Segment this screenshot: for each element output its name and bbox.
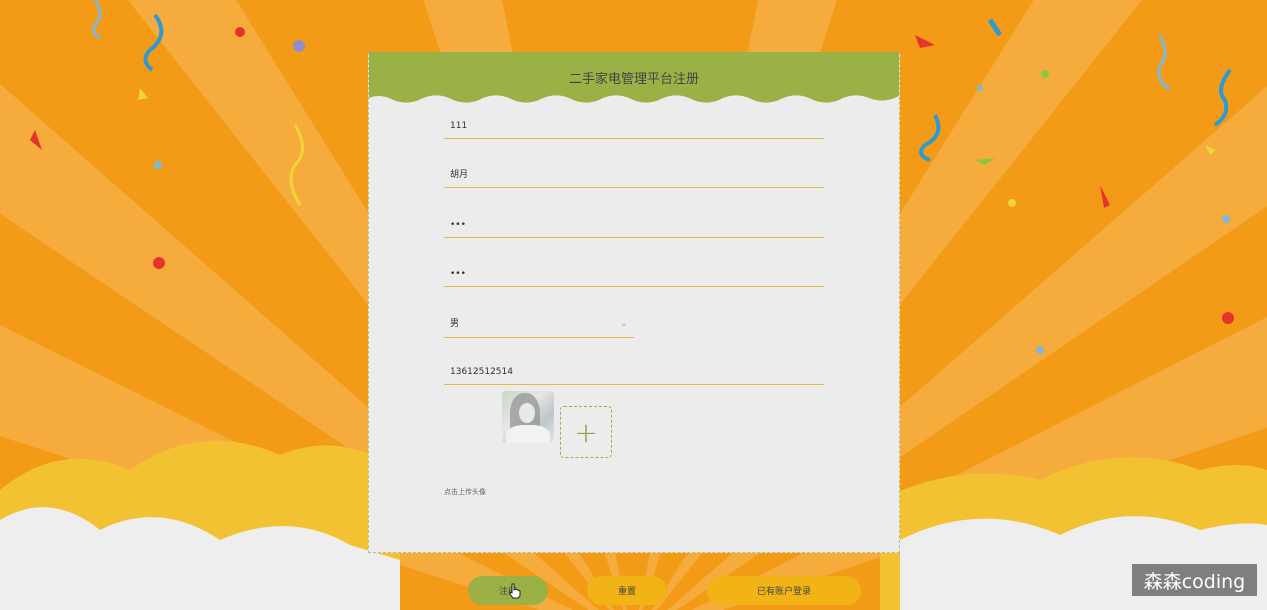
- phone-input[interactable]: 13612512514: [444, 359, 824, 385]
- confirm-password-input[interactable]: •••: [444, 261, 824, 287]
- name-input[interactable]: 胡月: [444, 162, 824, 188]
- reset-button[interactable]: 重置: [587, 576, 667, 605]
- password-input[interactable]: •••: [444, 212, 824, 238]
- avatar-upload-button[interactable]: +: [560, 406, 612, 458]
- plus-icon: +: [574, 415, 598, 449]
- card-header: 二手家电管理平台注册: [369, 52, 899, 108]
- account-input[interactable]: 111: [444, 113, 824, 139]
- login-link-button[interactable]: 已有账户登录: [707, 576, 861, 605]
- page-title: 二手家电管理平台注册: [568, 72, 699, 87]
- hand-pointer-icon: [509, 583, 521, 599]
- gender-select-value: 男: [450, 319, 460, 329]
- register-button[interactable]: 注册: [468, 576, 548, 605]
- avatar-upload-hint: 点击上传头像: [444, 488, 486, 496]
- avatar-preview: [502, 391, 554, 443]
- chevron-down-icon: ⌄: [619, 318, 628, 329]
- gender-select[interactable]: 男 ⌄: [444, 310, 634, 338]
- watermark: 森森coding: [1132, 564, 1257, 596]
- register-card: 二手家电管理平台注册 111 胡月 ••• ••• 男 ⌄ 1361251251…: [368, 52, 900, 553]
